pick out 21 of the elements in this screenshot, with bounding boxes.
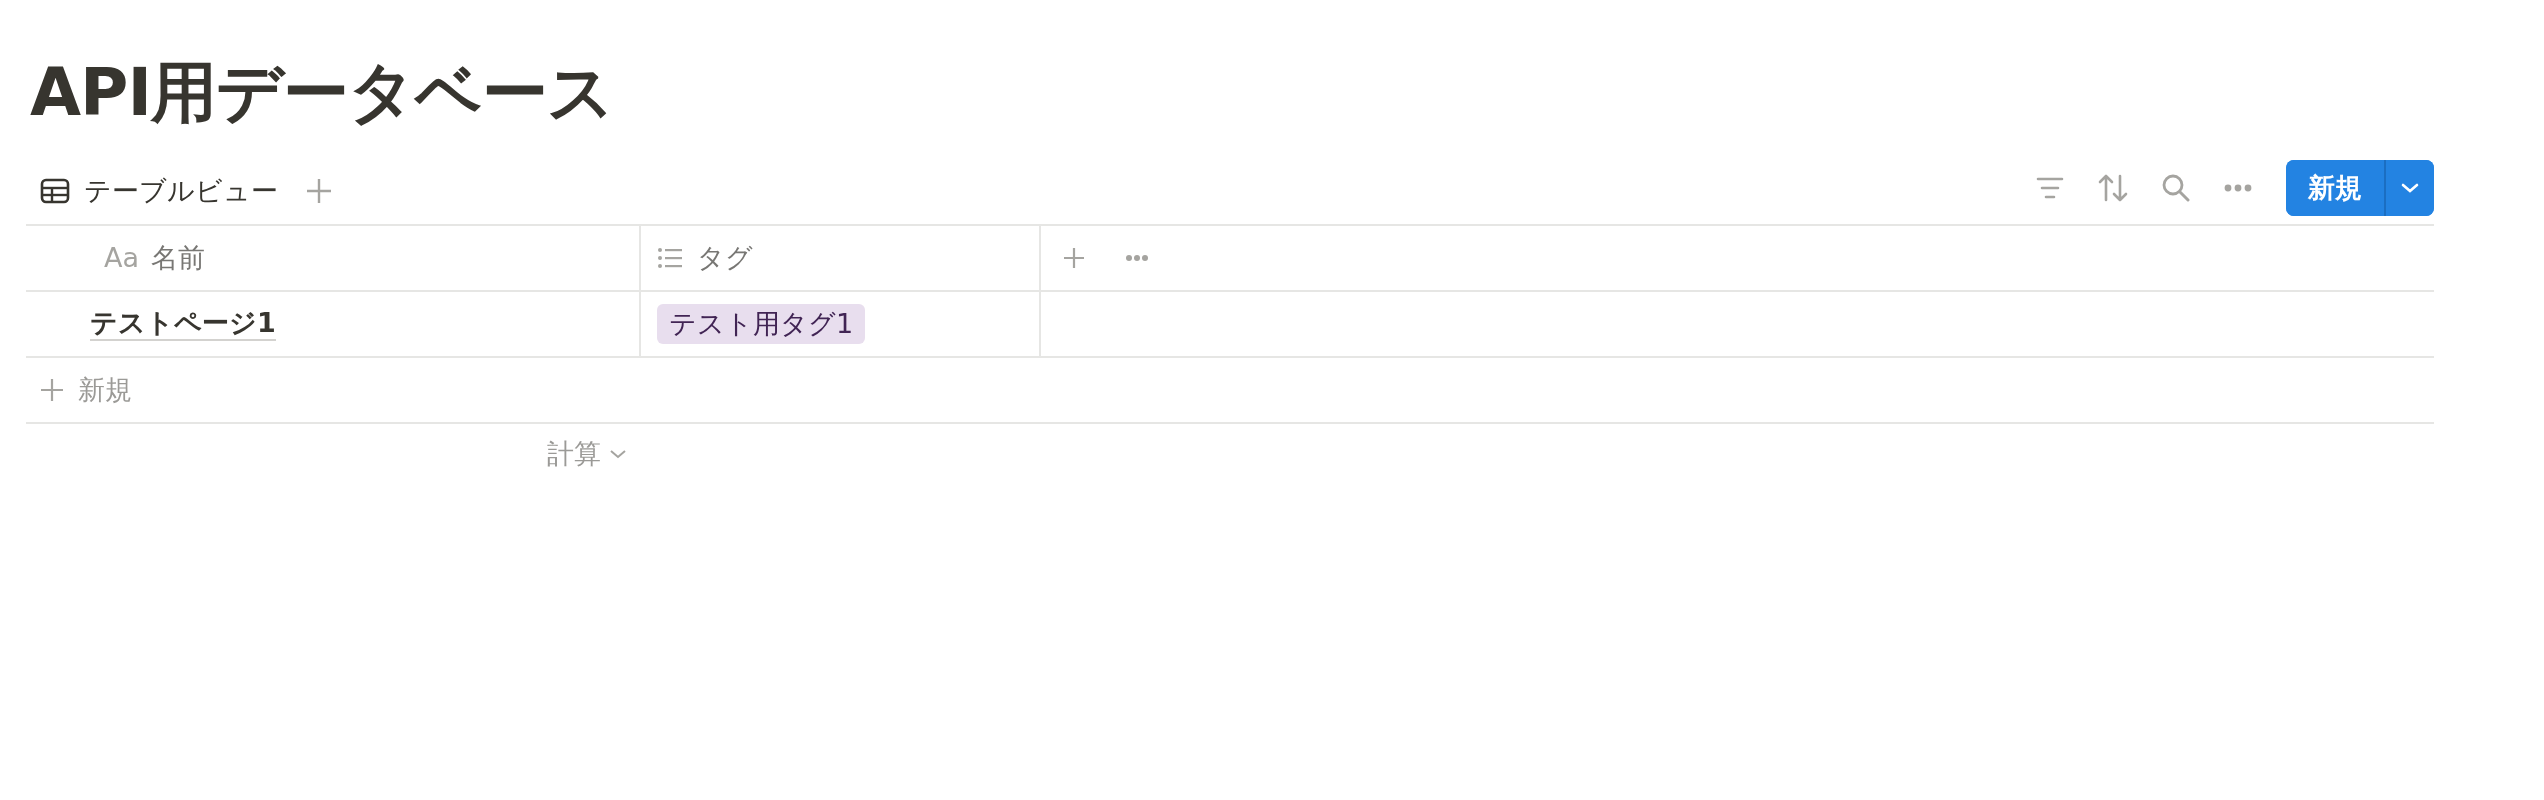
calculate-button[interactable]: 計算 [541, 434, 633, 473]
more-icon[interactable] [2224, 183, 2252, 192]
sort-icon[interactable] [2098, 173, 2128, 202]
add-column-icon[interactable] [1063, 246, 1085, 269]
page-title: API用データベース [30, 53, 615, 133]
plus-icon [40, 377, 64, 402]
search-icon[interactable] [2162, 173, 2190, 202]
chevron-down-icon [2401, 183, 2419, 193]
column-header[interactable]: タグ [641, 225, 1041, 290]
filter-icon[interactable] [2036, 175, 2064, 200]
table-icon [40, 177, 70, 204]
add-row-button[interactable]: 新規 [26, 370, 138, 409]
tag: テスト用タグ1 [657, 303, 866, 344]
more-icon[interactable] [1125, 253, 1149, 262]
add-view-icon[interactable] [306, 177, 332, 204]
chevron-down-icon [609, 447, 627, 460]
column-header[interactable]: Aa 名前 [26, 225, 641, 290]
new-options-button[interactable] [2384, 159, 2434, 216]
view-tab[interactable]: テーブルビュー [26, 172, 278, 209]
list-icon [657, 246, 683, 269]
page-name[interactable]: テストページ1 [90, 306, 276, 341]
